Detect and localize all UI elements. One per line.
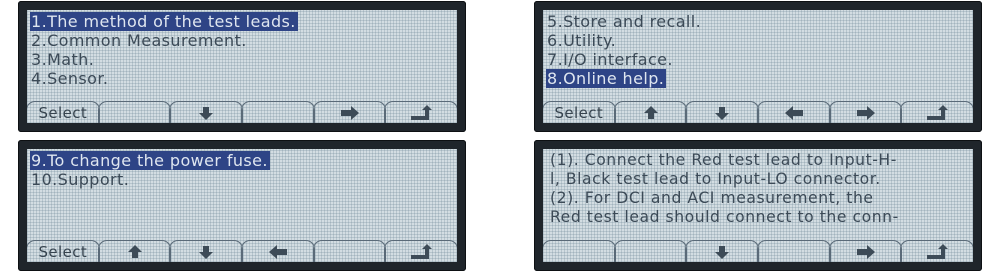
softkey-return[interactable] bbox=[384, 240, 457, 262]
down-arrow-icon bbox=[715, 245, 730, 259]
lcd-panel-main-menu-1: 1.The method of the test leads. 2.Common… bbox=[18, 1, 466, 132]
softkey-select-label: Select bbox=[38, 103, 88, 122]
softkey-bar: Select bbox=[543, 101, 973, 123]
softkey-empty[interactable] bbox=[543, 240, 616, 262]
return-icon bbox=[927, 104, 949, 120]
left-arrow-icon bbox=[784, 105, 803, 120]
left-arrow-icon bbox=[268, 244, 287, 259]
lcd-screen: 5.Store and recall. 6.Utility. 7.I/O int… bbox=[543, 10, 973, 123]
lcd-panel-main-menu-2: 5.Store and recall. 6.Utility. 7.I/O int… bbox=[534, 1, 982, 132]
softkey-left[interactable] bbox=[757, 101, 831, 123]
softkey-select-label: Select bbox=[554, 103, 604, 122]
softkey-down[interactable] bbox=[685, 101, 760, 123]
softkey-empty[interactable] bbox=[613, 240, 688, 262]
softkey-bar: Select bbox=[27, 240, 457, 262]
help-text-line: (1). Connect the Red test lead to Input-… bbox=[550, 151, 897, 169]
softkey-right[interactable] bbox=[828, 240, 903, 262]
down-arrow-icon bbox=[199, 245, 214, 259]
down-arrow-icon bbox=[199, 106, 214, 120]
lcd-screen: (1). Connect the Red test lead to Input-… bbox=[543, 149, 973, 262]
softkey-up[interactable] bbox=[97, 240, 172, 262]
up-arrow-icon bbox=[643, 105, 658, 119]
menu-item-online-help[interactable]: 8.Online help. bbox=[546, 69, 667, 88]
lcd-panel-main-menu-3: 9.To change the power fuse. 10.Support. … bbox=[18, 140, 466, 271]
menu-item-power-fuse[interactable]: 9.To change the power fuse. bbox=[30, 151, 270, 170]
return-icon bbox=[927, 243, 949, 259]
up-arrow-icon bbox=[127, 244, 142, 258]
lcd-panel-help-text: (1). Connect the Red test lead to Input-… bbox=[534, 140, 982, 271]
softkey-down[interactable] bbox=[169, 240, 244, 262]
softkey-down[interactable] bbox=[169, 101, 244, 123]
right-arrow-icon bbox=[856, 244, 875, 259]
softkey-empty[interactable] bbox=[97, 101, 172, 123]
help-text-line: l, Black test lead to Input-LO connector… bbox=[550, 170, 881, 188]
right-arrow-icon bbox=[856, 105, 875, 120]
softkey-down[interactable] bbox=[685, 240, 760, 262]
return-icon bbox=[411, 104, 433, 120]
right-arrow-icon bbox=[340, 105, 359, 120]
down-arrow-icon bbox=[715, 106, 730, 120]
menu-item-utility[interactable]: 6.Utility. bbox=[546, 31, 618, 50]
help-text-line: Red test lead should connect to the conn… bbox=[550, 208, 899, 226]
softkey-left[interactable] bbox=[241, 240, 315, 262]
menu-item-support[interactable]: 10.Support. bbox=[30, 170, 131, 189]
softkey-empty[interactable] bbox=[312, 240, 387, 262]
softkey-select[interactable]: Select bbox=[27, 240, 100, 262]
lcd-screen: 1.The method of the test leads. 2.Common… bbox=[27, 10, 457, 123]
softkey-return[interactable] bbox=[384, 101, 457, 123]
return-icon bbox=[411, 243, 433, 259]
menu-item-common-measurement[interactable]: 2.Common Measurement. bbox=[30, 31, 249, 50]
menu-item-store-recall[interactable]: 5.Store and recall. bbox=[546, 12, 703, 31]
softkey-empty[interactable] bbox=[757, 240, 831, 262]
menu-item-math[interactable]: 3.Math. bbox=[30, 50, 96, 69]
softkey-empty[interactable] bbox=[241, 101, 315, 123]
softkey-up[interactable] bbox=[613, 101, 688, 123]
softkey-return[interactable] bbox=[900, 240, 973, 262]
softkey-select[interactable]: Select bbox=[27, 101, 100, 123]
softkey-right[interactable] bbox=[828, 101, 903, 123]
lcd-screen: 9.To change the power fuse. 10.Support. … bbox=[27, 149, 457, 262]
softkey-bar: Select bbox=[27, 101, 457, 123]
softkey-select[interactable]: Select bbox=[543, 101, 616, 123]
menu-item-sensor[interactable]: 4.Sensor. bbox=[30, 69, 110, 88]
menu-item-io-interface[interactable]: 7.I/O interface. bbox=[546, 50, 675, 69]
softkey-right[interactable] bbox=[312, 101, 387, 123]
softkey-select-label: Select bbox=[38, 242, 88, 261]
softkey-return[interactable] bbox=[900, 101, 973, 123]
help-text-line: (2). For DCI and ACI measurement, the bbox=[550, 189, 874, 207]
softkey-bar bbox=[543, 240, 973, 262]
menu-item-test-leads[interactable]: 1.The method of the test leads. bbox=[30, 12, 298, 31]
